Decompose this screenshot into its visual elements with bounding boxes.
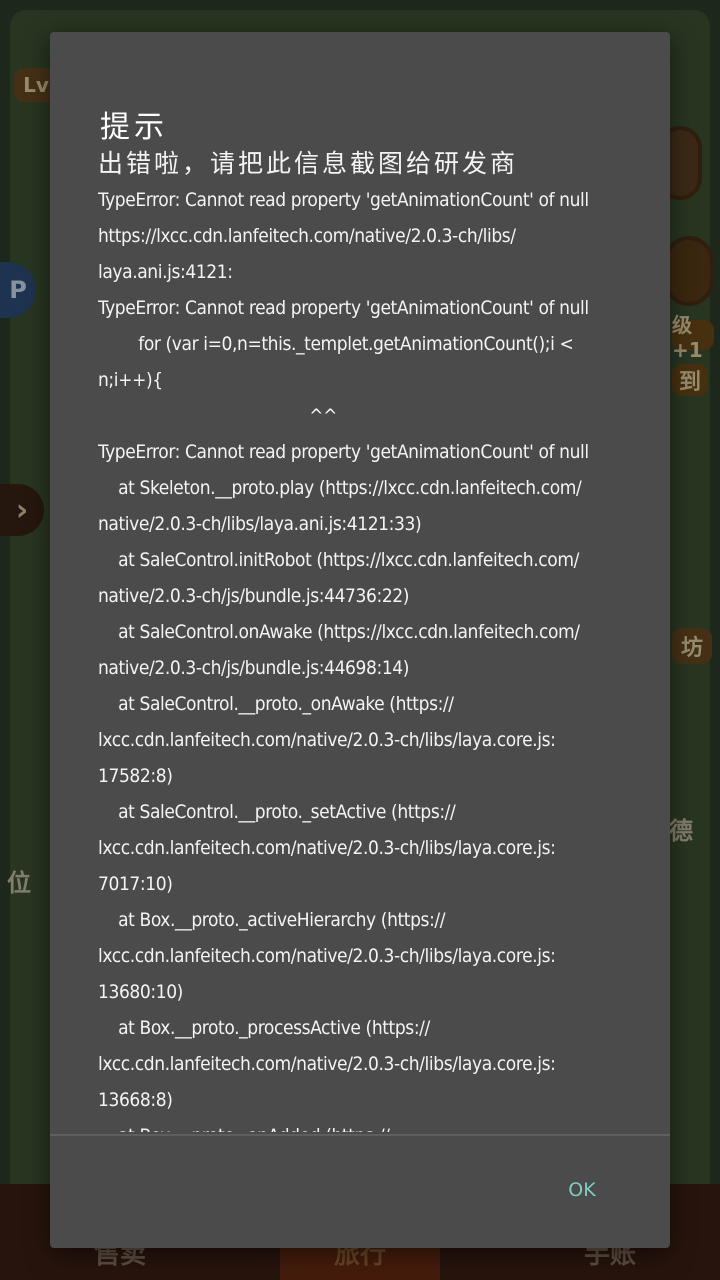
error-line: native/2.0.3-ch/js/bundle.js:44736:22) bbox=[98, 585, 410, 607]
error-line: at Skeleton.__proto.play (https://lxcc.c… bbox=[98, 477, 582, 499]
error-line: TypeError: Cannot read property 'getAnim… bbox=[98, 189, 589, 211]
error-stack-trace: TypeError: Cannot read property 'getAnim… bbox=[98, 182, 628, 1132]
error-line: n;i++){ bbox=[98, 369, 163, 391]
error-line: native/2.0.3-ch/js/bundle.js:44698:14) bbox=[98, 657, 410, 679]
error-dialog: 提示 出错啦，请把此信息截图给研发商 TypeError: Cannot rea… bbox=[50, 32, 670, 1248]
error-line: lxcc.cdn.lanfeitech.com/native/2.0.3-ch/… bbox=[98, 837, 556, 859]
error-line: at Box.__proto._activeHierarchy (https:/… bbox=[98, 909, 446, 931]
error-line: https://lxcc.cdn.lanfeitech.com/native/2… bbox=[98, 225, 516, 247]
error-line: lxcc.cdn.lanfeitech.com/native/2.0.3-ch/… bbox=[98, 945, 556, 967]
dialog-title: 提示 bbox=[100, 110, 168, 145]
error-line: at Box.__proto._onAdded (https:// bbox=[98, 1118, 628, 1132]
error-message-scroll[interactable]: 出错啦，请把此信息截图给研发商 TypeError: Cannot read p… bbox=[98, 142, 628, 1132]
dialog-divider bbox=[50, 1134, 670, 1136]
error-line: at SaleControl.__proto._setActive (https… bbox=[98, 801, 456, 823]
error-heading: 出错啦，请把此信息截图给研发商 bbox=[98, 149, 519, 178]
error-line: lxcc.cdn.lanfeitech.com/native/2.0.3-ch/… bbox=[98, 729, 556, 751]
error-line: at SaleControl.initRobot (https://lxcc.c… bbox=[98, 549, 579, 571]
error-line: laya.ani.js:4121: bbox=[98, 261, 233, 283]
error-line: TypeError: Cannot read property 'getAnim… bbox=[98, 297, 589, 319]
error-line: ^^ bbox=[98, 405, 338, 427]
error-line: 13668:8) bbox=[98, 1089, 173, 1111]
error-line: native/2.0.3-ch/libs/laya.ani.js:4121:33… bbox=[98, 513, 422, 535]
error-line: 13680:10) bbox=[98, 981, 183, 1003]
error-line: lxcc.cdn.lanfeitech.com/native/2.0.3-ch/… bbox=[98, 1053, 556, 1075]
error-line: at SaleControl.__proto._onAwake (https:/… bbox=[98, 693, 454, 715]
error-line: at SaleControl.onAwake (https://lxcc.cdn… bbox=[98, 621, 580, 643]
ok-button[interactable]: OK bbox=[550, 1168, 614, 1212]
error-line: TypeError: Cannot read property 'getAnim… bbox=[98, 441, 589, 463]
error-line: 17582:8) bbox=[98, 765, 173, 787]
error-line: at Box.__proto._processActive (https:// bbox=[98, 1017, 430, 1039]
error-line: for (var i=0,n=this._templet.getAnimatio… bbox=[98, 333, 574, 355]
error-line: 7017:10) bbox=[98, 873, 173, 895]
